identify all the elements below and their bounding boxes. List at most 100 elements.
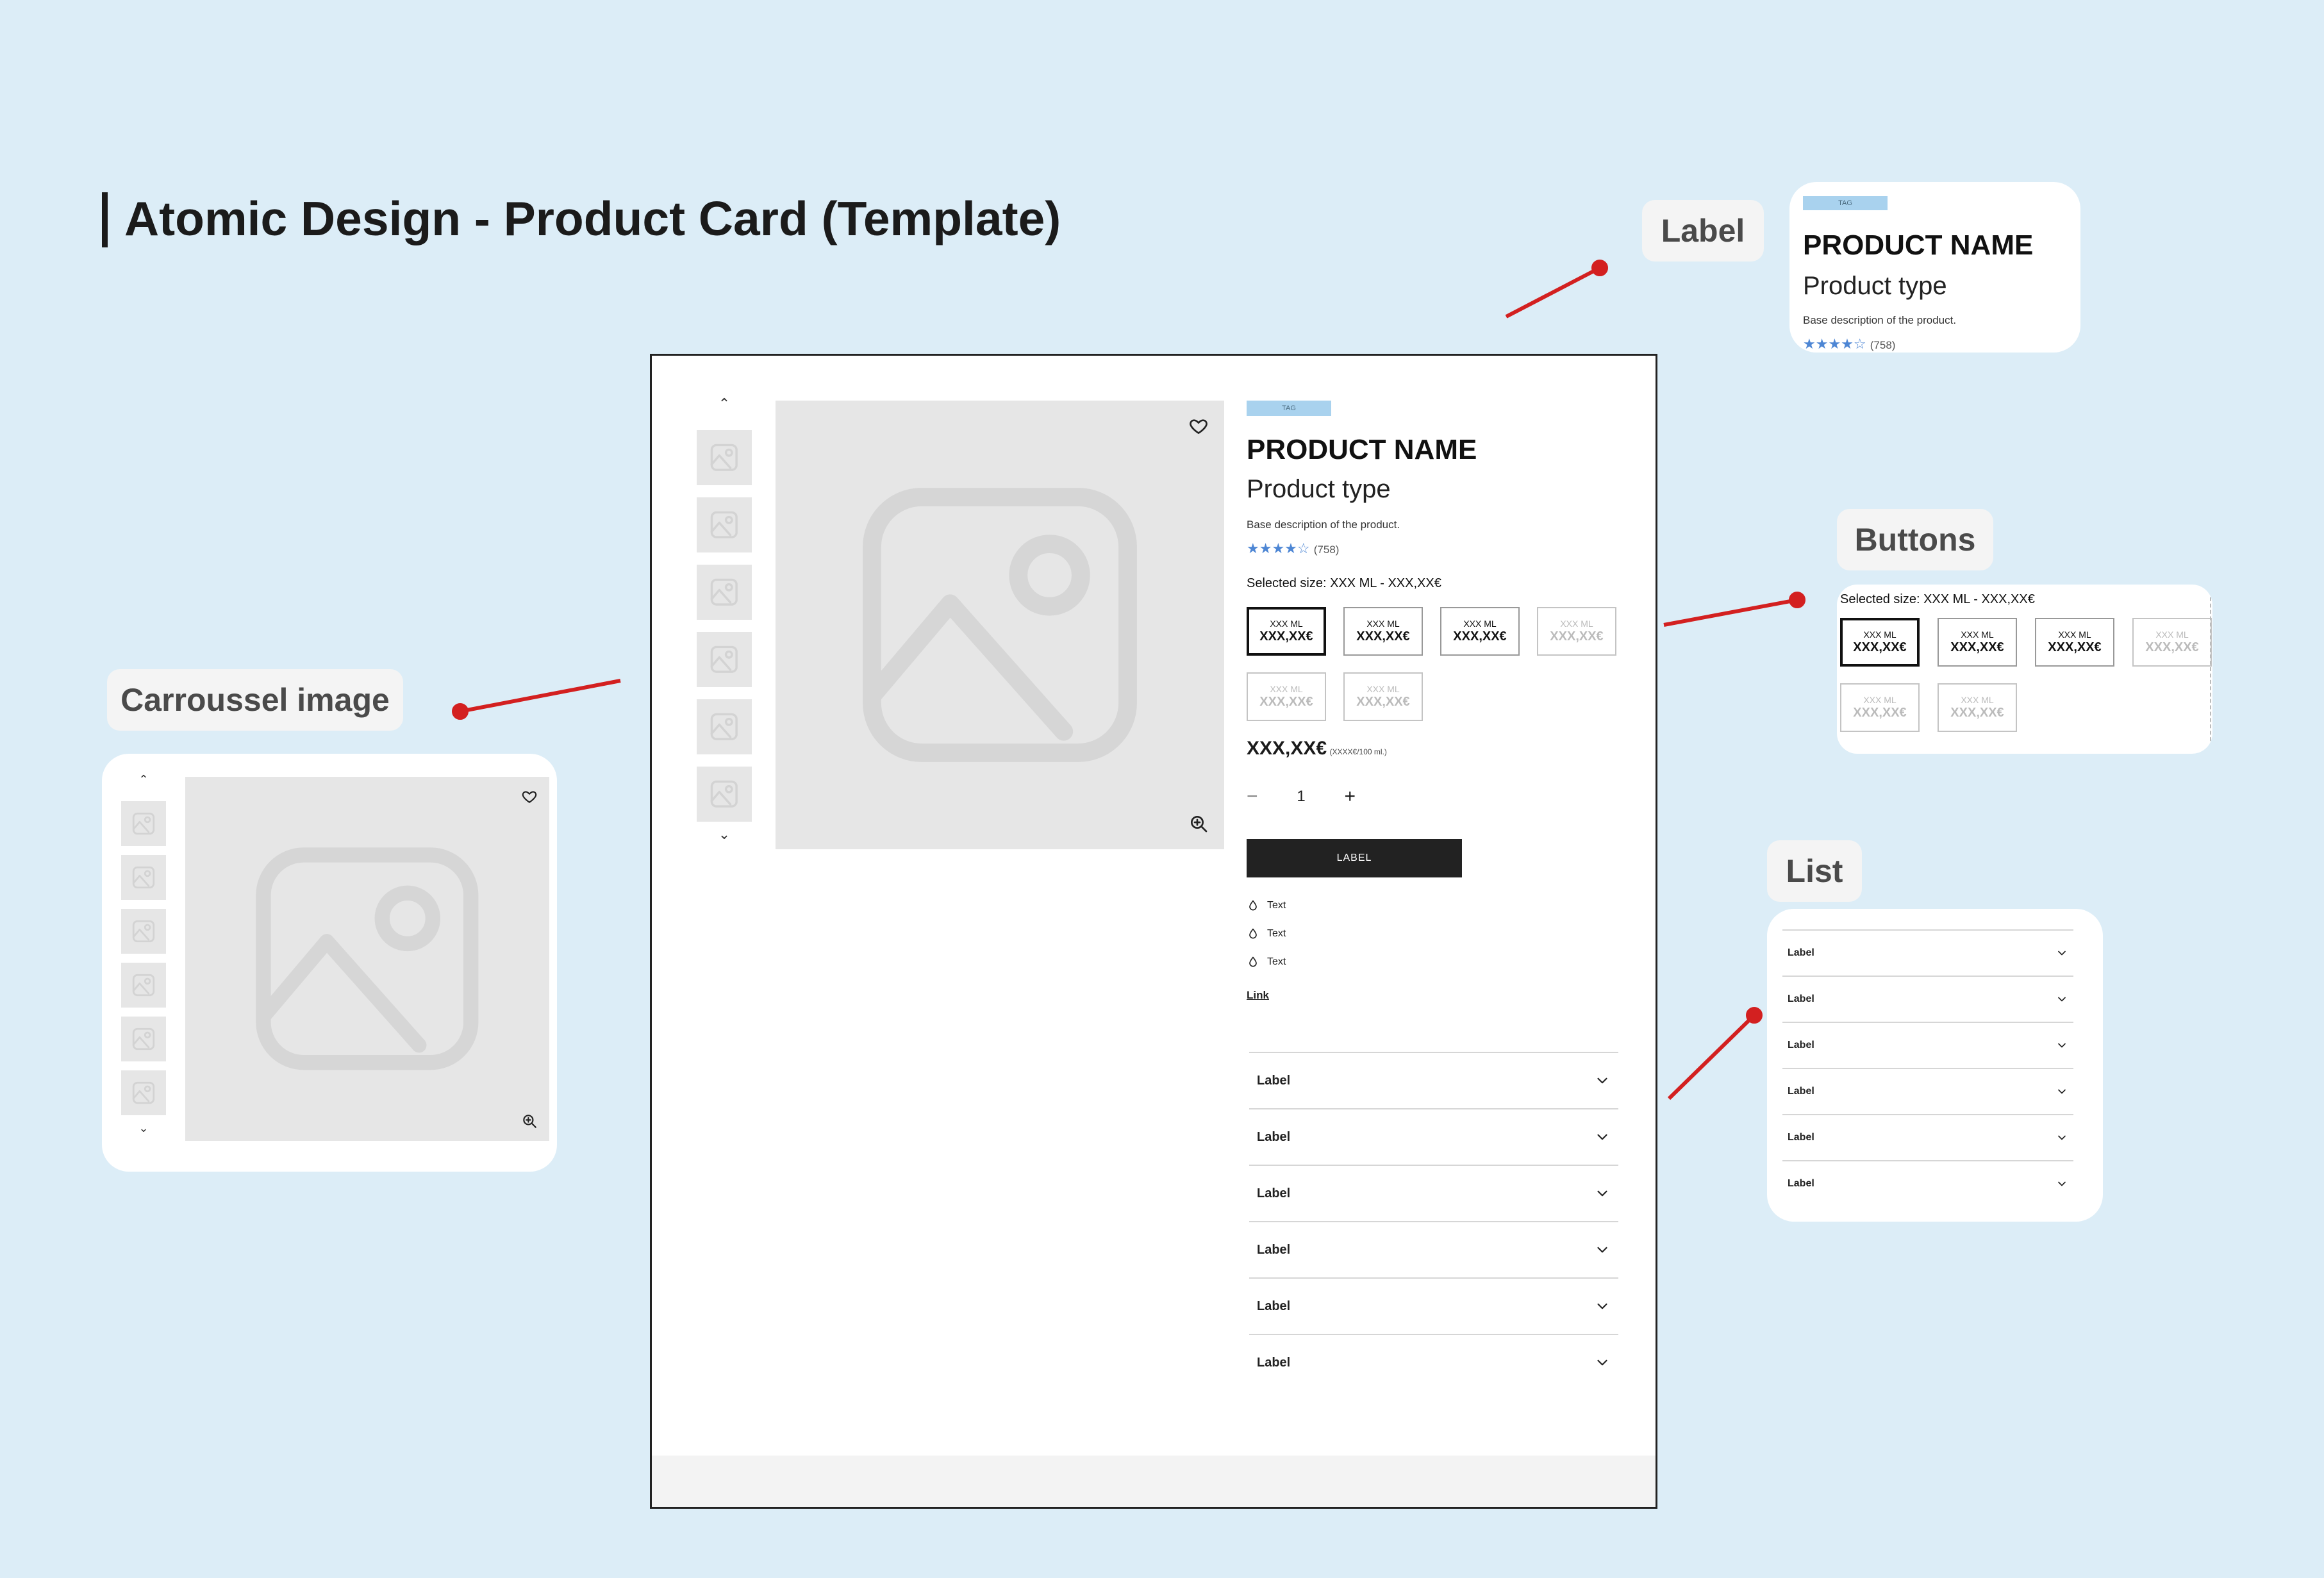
- carousel-thumbnail[interactable]: [121, 963, 166, 1008]
- quantity-increase-button[interactable]: +: [1344, 786, 1356, 808]
- carousel-down-arrow[interactable]: ⌄: [697, 826, 752, 843]
- carousel-thumbnail[interactable]: [121, 1070, 166, 1115]
- chevron-down-icon[interactable]: [2055, 993, 2068, 1006]
- accordion-item[interactable]: Label: [1782, 1068, 2073, 1114]
- chevron-down-icon[interactable]: [2055, 1085, 2068, 1098]
- quantity-decrease-button[interactable]: −: [1247, 786, 1258, 808]
- heart-icon[interactable]: [1188, 416, 1209, 436]
- image-placeholder-icon: [710, 444, 738, 472]
- accordion-item[interactable]: Label: [1249, 1108, 1618, 1165]
- carousel-up-arrow[interactable]: ⌃: [121, 773, 166, 786]
- carrousel-component-panel: ⌃ ⌄: [102, 754, 557, 1172]
- card-footer: [652, 1456, 1656, 1507]
- add-to-cart-button[interactable]: LABEL: [1247, 839, 1462, 877]
- accordion-item[interactable]: Label: [1249, 1277, 1618, 1334]
- size-option-button[interactable]: XXX ML XXX,XX€: [2035, 618, 2114, 667]
- heart-icon[interactable]: [521, 788, 538, 805]
- carousel-thumbnail[interactable]: [697, 565, 752, 620]
- carousel-thumbnail[interactable]: [697, 430, 752, 485]
- accordion-item[interactable]: Label: [1249, 1052, 1618, 1108]
- page-title: Atomic Design - Product Card (Template): [124, 192, 1061, 245]
- carousel-thumbnail[interactable]: [697, 497, 752, 552]
- size-option-button[interactable]: XXX ML XXX,XX€: [1247, 672, 1326, 721]
- callout-list: List: [1767, 840, 1862, 902]
- size-option-button[interactable]: XXX ML XXX,XX€: [1247, 607, 1326, 656]
- chevron-down-icon[interactable]: [2055, 1039, 2068, 1052]
- size-price: XXX,XX€: [1853, 640, 1907, 654]
- carousel-main-image[interactable]: [185, 777, 549, 1141]
- carousel-thumbnail[interactable]: [121, 1017, 166, 1061]
- chevron-down-icon[interactable]: [2055, 1177, 2068, 1190]
- product-name: PRODUCT NAME: [1803, 229, 2034, 261]
- accordion-label: Label: [1788, 1086, 1814, 1097]
- zoom-in-icon[interactable]: [1188, 813, 1209, 834]
- chevron-down-icon[interactable]: [2055, 947, 2068, 959]
- size-ml: XXX ML: [1863, 629, 1897, 640]
- size-option-button[interactable]: XXX ML XXX,XX€: [1840, 683, 1920, 732]
- accordion-item[interactable]: Label: [1782, 976, 2073, 1022]
- size-price: XXX,XX€: [1950, 705, 2004, 720]
- accordion-item[interactable]: Label: [1249, 1165, 1618, 1221]
- chevron-down-icon[interactable]: [1594, 1072, 1611, 1089]
- chevron-down-icon[interactable]: [1594, 1242, 1611, 1258]
- size-ml: XXX ML: [1366, 619, 1400, 629]
- accordion-item[interactable]: Label: [1782, 1022, 2073, 1068]
- size-ml: XXX ML: [2058, 629, 2091, 640]
- accordion-item[interactable]: Label: [1782, 929, 2073, 976]
- chevron-down-icon[interactable]: [1594, 1298, 1611, 1315]
- connector-carrousel: [460, 679, 621, 713]
- label-component-panel: TAG PRODUCT NAME Product type Base descr…: [1789, 182, 2080, 353]
- size-ml: XXX ML: [1863, 695, 1897, 706]
- size-ml: XXX ML: [1270, 619, 1303, 629]
- image-placeholder-icon: [710, 645, 738, 674]
- image-placeholder-icon: [132, 1027, 155, 1051]
- accordion-item[interactable]: Label: [1782, 1114, 2073, 1160]
- carousel-down-arrow[interactable]: ⌄: [121, 1122, 166, 1135]
- size-option-button[interactable]: XXX ML XXX,XX€: [1537, 607, 1616, 656]
- size-price: XXX,XX€: [1356, 629, 1410, 644]
- size-price: XXX,XX€: [1259, 694, 1313, 709]
- size-option-button[interactable]: XXX ML XXX,XX€: [1938, 683, 2017, 732]
- price: XXX,XX€: [1247, 738, 1327, 759]
- product-link[interactable]: Link: [1247, 989, 1269, 1002]
- size-price: XXX,XX€: [1259, 629, 1313, 644]
- accordion-label: Label: [1257, 1186, 1291, 1200]
- size-ml: XXX ML: [1366, 684, 1400, 695]
- carousel-thumbnail[interactable]: [121, 855, 166, 900]
- accordion-item[interactable]: Label: [1249, 1221, 1618, 1277]
- size-option-button[interactable]: XXX ML XXX,XX€: [1938, 618, 2017, 667]
- carousel-thumbnail[interactable]: [697, 632, 752, 687]
- accordion-item[interactable]: Label: [1782, 1160, 2073, 1206]
- chevron-down-icon[interactable]: [1594, 1185, 1611, 1202]
- chevron-down-icon[interactable]: [1594, 1129, 1611, 1145]
- size-option-button[interactable]: XXX ML XXX,XX€: [2132, 618, 2212, 667]
- accordion-item[interactable]: Label: [1249, 1334, 1618, 1390]
- chevron-down-icon[interactable]: [1594, 1354, 1611, 1371]
- feature-text: Text: [1267, 900, 1286, 911]
- unit-price: (XXXX€/100 ml.): [1329, 747, 1387, 756]
- accordion-label: Label: [1257, 1242, 1291, 1257]
- selected-size-text: Selected size: XXX ML - XXX,XX€: [1247, 576, 1441, 590]
- carousel-main-image[interactable]: [776, 401, 1224, 849]
- size-option-button[interactable]: XXX ML XXX,XX€: [1343, 672, 1423, 721]
- product-name: PRODUCT NAME: [1247, 434, 1477, 465]
- size-option-button[interactable]: XXX ML XXX,XX€: [1343, 607, 1423, 656]
- add-to-cart-label: LABEL: [1336, 852, 1372, 863]
- product-type: Product type: [1803, 272, 1947, 300]
- zoom-in-icon[interactable]: [521, 1113, 538, 1129]
- size-ml: XXX ML: [1961, 695, 1994, 706]
- carousel-thumbnail[interactable]: [697, 767, 752, 822]
- carousel-thumbnail[interactable]: [121, 801, 166, 846]
- quantity-value[interactable]: 1: [1297, 788, 1305, 806]
- size-price: XXX,XX€: [1853, 705, 1907, 720]
- carousel-thumbnail[interactable]: [121, 909, 166, 954]
- title-accent-bar: [102, 192, 108, 247]
- review-count: (758): [1313, 544, 1340, 556]
- chevron-down-icon[interactable]: [2055, 1131, 2068, 1144]
- size-option-button[interactable]: XXX ML XXX,XX€: [1440, 607, 1520, 656]
- size-option-button[interactable]: XXX ML XXX,XX€: [1840, 618, 1920, 667]
- carousel-up-arrow[interactable]: ⌃: [697, 395, 752, 412]
- feature-item: Text: [1247, 956, 1286, 968]
- carousel-thumbnail[interactable]: [697, 699, 752, 754]
- size-price: XXX,XX€: [2145, 640, 2199, 654]
